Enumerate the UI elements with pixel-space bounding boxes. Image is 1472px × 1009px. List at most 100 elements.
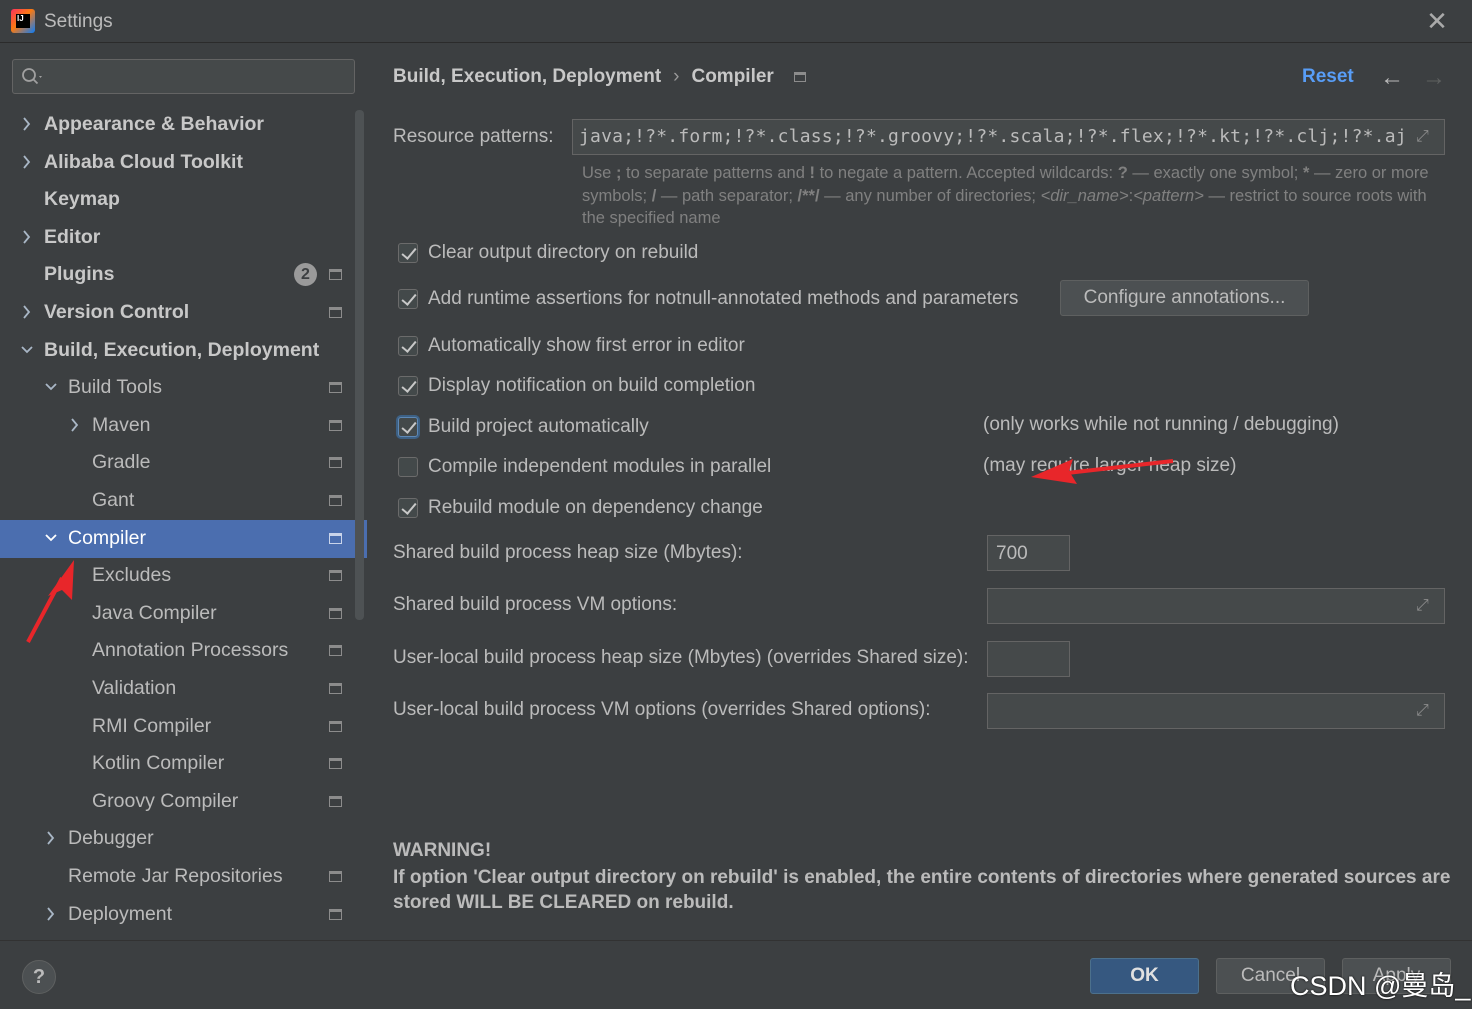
user-vm-options-input[interactable]: ⤢ (987, 693, 1445, 729)
parallel-compile-checkbox[interactable] (398, 457, 418, 477)
chevron-down-icon[interactable] (20, 341, 34, 359)
back-arrow-icon[interactable]: ← (1380, 64, 1404, 92)
sidebar-scrollbar[interactable] (355, 110, 364, 620)
sidebar-item-gradle[interactable]: Gradle (0, 444, 353, 482)
sidebar-item-debugger[interactable]: Debugger (0, 820, 353, 858)
plugins-update-badge: 2 (294, 263, 317, 286)
expand-icon[interactable]: ⤢ (1416, 702, 1436, 722)
csdn-watermark: CSDN @曼岛_ (1290, 971, 1471, 1001)
chevron-down-icon[interactable] (44, 529, 58, 547)
user-heap-input[interactable] (987, 641, 1070, 677)
sidebar-item-label: Alibaba Cloud Toolkit (44, 151, 243, 173)
build-automatically-checkbox[interactable] (398, 417, 418, 437)
rebuild-dependency-checkbox[interactable] (398, 498, 418, 518)
resource-patterns-value: java;!?*.form;!?*.class;!?*.groovy;!?*.s… (579, 126, 1407, 147)
project-scope-icon (329, 570, 342, 581)
sidebar-item-label: Build Tools (68, 376, 162, 398)
clear-output-checkbox[interactable] (398, 243, 418, 263)
project-scope-icon (329, 608, 342, 619)
reset-link[interactable]: Reset (1302, 66, 1354, 88)
chevron-right-icon[interactable] (20, 115, 34, 133)
project-scope-icon (329, 420, 342, 431)
sidebar-item-groovy-compiler[interactable]: Groovy Compiler (0, 783, 353, 821)
sidebar-item-validation[interactable]: Validation (0, 670, 353, 708)
sidebar-item-version-control[interactable]: Version Control (0, 294, 353, 332)
chevron-down-icon[interactable] (44, 378, 58, 396)
clear-output-label[interactable]: Clear output directory on rebuild (428, 242, 698, 264)
expand-icon[interactable]: ⤢ (1416, 597, 1436, 617)
build-automatically-label[interactable]: Build project automatically (428, 416, 649, 438)
sidebar-item-alibaba-cloud-toolkit[interactable]: Alibaba Cloud Toolkit (0, 144, 353, 182)
warning-title: WARNING! (393, 840, 492, 861)
search-icon (22, 68, 42, 85)
parallel-compile-label[interactable]: Compile independent modules in parallel (428, 456, 771, 478)
sidebar-item-label: Java Compiler (92, 602, 217, 624)
sidebar-item-label: Compiler (68, 527, 147, 549)
chevron-right-icon[interactable] (68, 416, 82, 434)
breadcrumb-separator: › (673, 66, 680, 87)
project-scope-icon (329, 871, 342, 882)
project-scope-icon (329, 645, 342, 656)
expand-icon[interactable]: ⤢ (1416, 128, 1436, 148)
window-title: Settings (44, 11, 113, 32)
build-notification-label[interactable]: Display notification on build completion (428, 375, 755, 397)
dialog-footer: ? OK Cancel Apply CSDN @曼岛_ (0, 940, 1472, 1009)
project-scope-icon (329, 721, 342, 732)
sidebar-item-build-tools[interactable]: Build Tools (0, 369, 353, 407)
project-scope-icon (329, 796, 342, 807)
project-scope-icon (329, 758, 342, 769)
sidebar-item-appearance-behavior[interactable]: Appearance & Behavior (0, 106, 353, 144)
sidebar-item-build-execution-deployment[interactable]: Build, Execution, Deployment (0, 332, 353, 370)
project-scope-icon (329, 533, 342, 544)
settings-sidebar: Appearance & Behavior Alibaba Cloud Toolk… (0, 44, 367, 940)
build-notification-checkbox[interactable] (398, 376, 418, 396)
project-scope-icon (329, 269, 342, 280)
forward-arrow-icon[interactable]: → (1422, 64, 1446, 92)
project-scope-icon (329, 382, 342, 393)
sidebar-item-gant[interactable]: Gant (0, 482, 353, 520)
sidebar-item-editor[interactable]: Editor (0, 219, 353, 257)
configure-annotations-button[interactable]: Configure annotations... (1060, 280, 1309, 316)
chevron-right-icon[interactable] (20, 153, 34, 171)
sidebar-item-label: Build, Execution, Deployment (44, 339, 320, 361)
show-first-error-checkbox[interactable] (398, 336, 418, 356)
project-scope-icon (329, 909, 342, 920)
shared-heap-input[interactable]: 700 (987, 535, 1070, 571)
project-scope-icon (329, 495, 342, 506)
help-button[interactable]: ? (22, 960, 56, 994)
sidebar-item-label: Deployment (68, 903, 173, 925)
sidebar-item-label: Editor (44, 226, 101, 248)
runtime-assertions-checkbox[interactable] (398, 289, 418, 309)
user-vm-options-label: User-local build process VM options (ove… (393, 699, 931, 720)
sidebar-item-keymap[interactable]: Keymap (0, 181, 353, 219)
sidebar-item-remote-jar-repositories[interactable]: Remote Jar Repositories (0, 858, 353, 896)
user-heap-label: User-local build process heap size (Mbyt… (393, 647, 969, 668)
resource-patterns-input[interactable]: java;!?*.form;!?*.class;!?*.groovy;!?*.s… (572, 119, 1445, 155)
annotation-arrow-icon (1031, 459, 1174, 484)
sidebar-item-label: RMI Compiler (92, 715, 212, 737)
sidebar-item-label: Debugger (68, 827, 154, 849)
sidebar-item-label: Annotation Processors (92, 639, 289, 661)
settings-search-input[interactable] (12, 59, 355, 94)
sidebar-item-kotlin-compiler[interactable]: Kotlin Compiler (0, 745, 353, 783)
sidebar-item-plugins[interactable]: Plugins 2 (0, 256, 353, 294)
sidebar-item-deployment[interactable]: Deployment (0, 896, 353, 934)
close-icon[interactable]: ✕ (1422, 6, 1452, 36)
chevron-right-icon[interactable] (20, 228, 34, 246)
ok-button[interactable]: OK (1090, 958, 1199, 994)
project-scope-icon (329, 307, 342, 318)
chevron-right-icon[interactable] (44, 905, 58, 923)
show-first-error-label[interactable]: Automatically show first error in editor (428, 335, 745, 357)
sidebar-item-label: Kotlin Compiler (92, 752, 225, 774)
chevron-right-icon[interactable] (20, 303, 34, 321)
sidebar-item-compiler[interactable]: Compiler (0, 520, 367, 558)
breadcrumb-parent[interactable]: Build, Execution, Deployment (393, 66, 661, 87)
warning-text: If option 'Clear output directory on reb… (393, 867, 1451, 913)
sidebar-item-maven[interactable]: Maven (0, 407, 353, 445)
rebuild-dependency-label[interactable]: Rebuild module on dependency change (428, 497, 763, 519)
runtime-assertions-label[interactable]: Add runtime assertions for notnull-annot… (428, 288, 1018, 310)
sidebar-item-label: Validation (92, 677, 177, 699)
chevron-right-icon[interactable] (44, 829, 58, 847)
sidebar-item-rmi-compiler[interactable]: RMI Compiler (0, 708, 353, 746)
shared-vm-options-input[interactable]: ⤢ (987, 588, 1445, 624)
